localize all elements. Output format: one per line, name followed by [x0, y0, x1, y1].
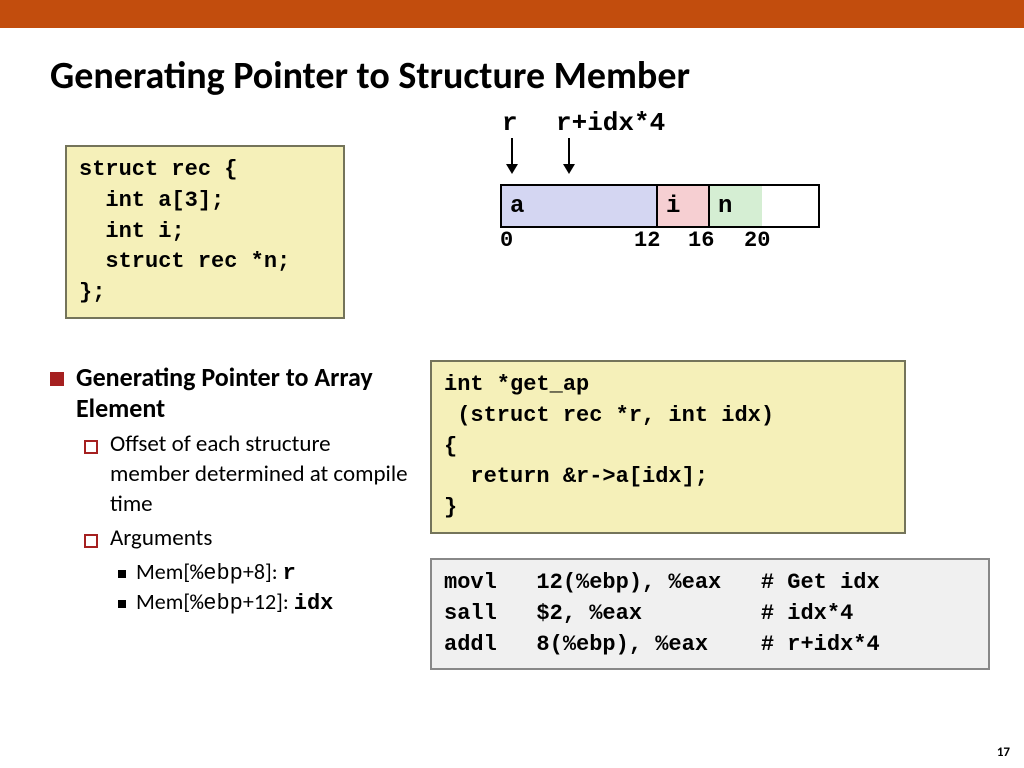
- mem-cell-n: n: [710, 186, 762, 226]
- slide-title: Generating Pointer to Structure Member: [50, 53, 1024, 99]
- bullet-list: Generating Pointer to Array Element Offs…: [50, 362, 410, 618]
- function-code: int *get_ap (struct rec *r, int idx) { r…: [430, 360, 906, 534]
- bullet-sub1: Offset of each structure member determin…: [110, 430, 410, 520]
- bullet-outline-icon: [84, 534, 98, 548]
- bullet-dot-icon: [118, 570, 126, 578]
- offset-16: 16: [688, 228, 714, 253]
- offset-20: 20: [744, 228, 770, 253]
- mem-cell-a: a: [502, 186, 658, 226]
- mem-cell-i: i: [658, 186, 710, 226]
- pointer-label-ridx: r+idx*4: [556, 108, 665, 138]
- offset-12: 12: [634, 228, 660, 253]
- bullet-dot-icon: [118, 600, 126, 608]
- bullet-outline-icon: [84, 440, 98, 454]
- bullet-arg1: Mem[%ebp+8]: r: [136, 558, 296, 586]
- arrow-ridx: [568, 138, 570, 172]
- assembly-code: movl 12(%ebp), %eax # Get idx sall $2, %…: [430, 558, 990, 670]
- top-accent-bar: [0, 0, 1024, 28]
- bullet-heading: Generating Pointer to Array Element: [76, 362, 410, 424]
- struct-definition-code: struct rec { int a[3]; int i; struct rec…: [65, 145, 345, 319]
- memory-layout-diagram: r r+idx*4 a i n 0 12 16 20: [500, 108, 820, 258]
- memory-row: a i n: [500, 184, 820, 228]
- page-number: 17: [997, 745, 1010, 760]
- pointer-label-r: r: [502, 108, 518, 138]
- offset-0: 0: [500, 228, 513, 253]
- bullet-square-icon: [50, 372, 64, 386]
- arrow-r: [511, 138, 513, 172]
- bullet-arg2: Mem[%ebp+12]: idx: [136, 588, 333, 616]
- bullet-sub2: Arguments: [110, 524, 212, 554]
